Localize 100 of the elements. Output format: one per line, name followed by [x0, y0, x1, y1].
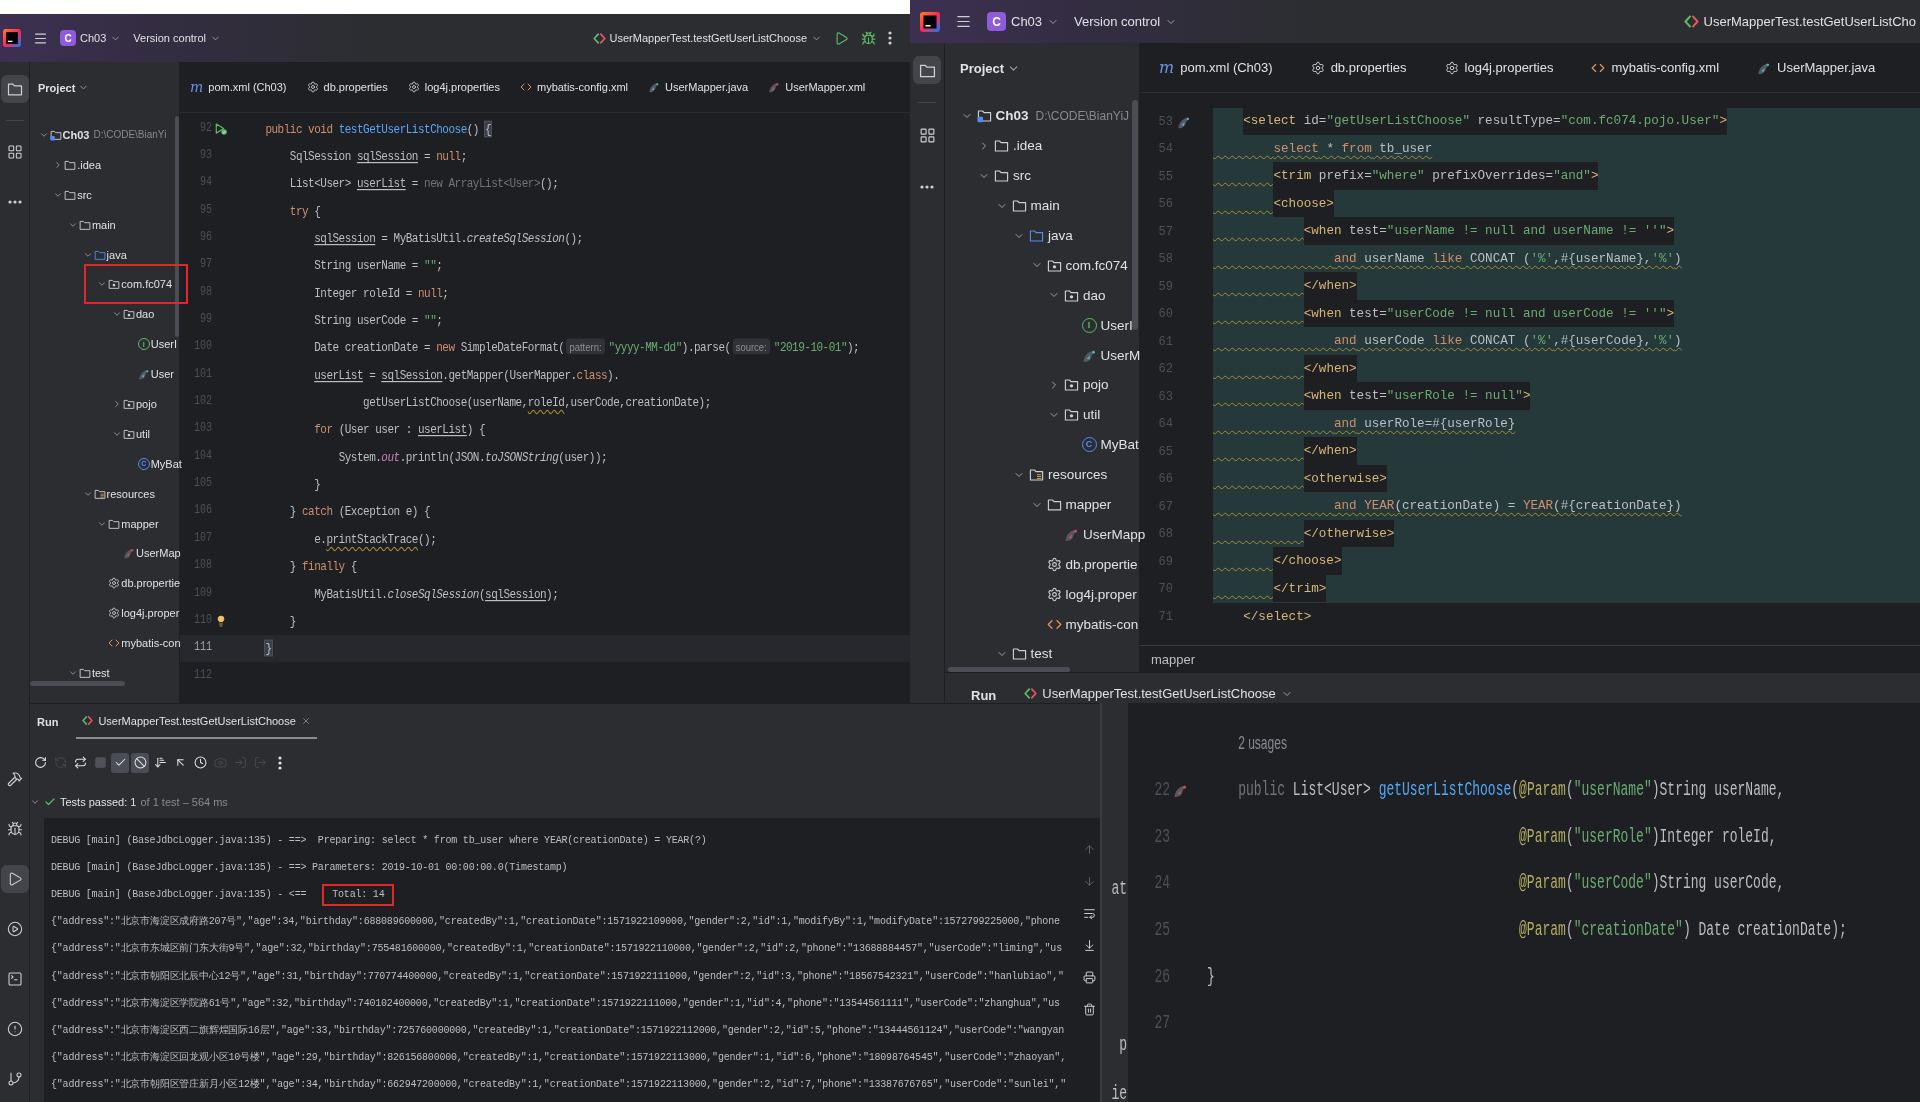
toolbar-button[interactable]	[131, 752, 149, 773]
tree-item-label[interactable]: dao	[136, 308, 155, 321]
tree-item-label[interactable]: mapper	[121, 517, 159, 530]
workspace-switcher[interactable]: C Ch03	[60, 30, 122, 46]
usages-hint[interactable]: 2 usages	[1238, 730, 1287, 757]
editor-tab[interactable]: db.properties	[1291, 43, 1426, 92]
app-logo-icon[interactable]	[3, 29, 21, 47]
tool-window-button[interactable]	[0, 865, 29, 893]
toolbar-button[interactable]	[111, 752, 129, 773]
tree-item-label[interactable]: util	[136, 427, 151, 440]
code-line: System.out.println(JSON.toJSONString(user));	[338, 448, 608, 466]
tree-item-label[interactable]: main	[91, 218, 116, 231]
tree-item-label[interactable]: MyBat	[1100, 437, 1139, 453]
editor-tab[interactable]: UserMapper.xml	[758, 62, 876, 112]
tree-item-label[interactable]: mybatis-con	[1065, 616, 1139, 632]
tree-item-label[interactable]: java	[1048, 228, 1073, 243]
more-icon	[920, 185, 934, 189]
code-line: sqlSession = MyBatisUtil.createSqlSession();	[314, 229, 583, 248]
tree-item-label[interactable]: com.fc074	[121, 278, 173, 291]
tool-window-button[interactable]	[0, 75, 29, 103]
vcs-selector[interactable]: Version control	[133, 32, 222, 44]
editor-tab[interactable]: db.properties	[296, 62, 398, 112]
tree-item-label[interactable]: UserI	[150, 338, 177, 351]
module-path: D:\CODE\BianYi	[93, 129, 167, 141]
tree-item-label[interactable]: db.propertie	[1065, 556, 1138, 572]
editor-tab[interactable]: m pom.xml (Ch03)	[1140, 43, 1292, 92]
tree-item-label[interactable]: src	[1013, 168, 1031, 184]
play-icon[interactable]	[834, 30, 849, 46]
tree-item-label[interactable]: mapper	[1065, 497, 1112, 512]
tree-item-label[interactable]: db.propertie	[121, 577, 180, 590]
chevron-right-icon[interactable]	[112, 398, 122, 409]
run-tab[interactable]: UserMapperTest.testGetUserListChoose	[1018, 686, 1299, 703]
tree-item-label[interactable]: UserMapp	[1083, 526, 1146, 542]
more-icon	[7, 200, 22, 204]
vcs-selector[interactable]: Version control	[1074, 14, 1178, 29]
trash-icon[interactable]	[1082, 1003, 1096, 1016]
initial-tile: C	[987, 12, 1006, 31]
workspace-switcher[interactable]: C Ch03	[987, 12, 1060, 31]
app-logo-icon[interactable]	[920, 11, 940, 32]
tree-item-label[interactable]: .idea	[77, 158, 102, 171]
tree-item-label[interactable]: resources	[106, 487, 155, 500]
run-icon[interactable]	[215, 122, 227, 135]
tree-item-label[interactable]: util	[1083, 407, 1101, 423]
breadcrumb[interactable]: mapper	[1151, 651, 1196, 667]
close-icon[interactable]	[300, 715, 311, 726]
tree-item-label[interactable]: MyBat	[150, 457, 182, 470]
project-view-selector[interactable]: Project	[38, 81, 90, 94]
editor-tab[interactable]: log4j.properties	[1425, 43, 1573, 92]
editor-tab[interactable]: log4j.properties	[397, 62, 510, 112]
down-arrow-icon[interactable]	[1082, 875, 1096, 888]
tree-item-label[interactable]: mybatis-con	[121, 637, 181, 650]
gear-icon	[1046, 556, 1062, 572]
tool-window-title: Run	[37, 714, 59, 730]
tree-item-label[interactable]: pojo	[1083, 377, 1109, 393]
editor-tab[interactable]: UserMapper.java	[638, 62, 759, 112]
run-configuration-selector[interactable]: UserMapperTest.testGetUserListChoose	[592, 31, 822, 45]
wrap-icon[interactable]	[1082, 907, 1096, 920]
folder-icon	[78, 218, 91, 231]
tree-item-label[interactable]: UserMap	[136, 547, 181, 560]
lightbulb-icon[interactable]	[215, 614, 227, 627]
code-line: }	[314, 475, 321, 494]
tree-item-label[interactable]: UserI	[1100, 317, 1133, 333]
project-view-selector[interactable]: Project	[960, 60, 1021, 76]
tree-item-label[interactable]: java	[106, 248, 127, 261]
grid-icon	[6, 144, 23, 160]
menu-icon[interactable]	[33, 30, 48, 46]
angle-brackets-icon	[82, 715, 94, 726]
tree-item-label[interactable]: UserM	[1100, 347, 1141, 363]
tree-item-label[interactable]: test	[91, 666, 110, 679]
tree-item-label[interactable]: pojo	[136, 397, 157, 410]
package-icon	[1064, 287, 1079, 303]
editor-tab[interactable]: mybatis-config.xml	[509, 62, 639, 112]
tree-item-label[interactable]: test	[1030, 646, 1053, 662]
tree-item-label[interactable]: log4j.proper	[1065, 586, 1137, 602]
run-tab[interactable]: UserMapperTest.testGetUserListChoose	[76, 704, 317, 739]
tree-item-label[interactable]: dao	[1083, 287, 1106, 303]
tree-item-label[interactable]: log4j.proper	[121, 607, 180, 620]
editor-tab[interactable]: mybatis-config.xml	[1572, 43, 1739, 92]
editor-tab[interactable]: m pom.xml (Ch03)	[180, 62, 297, 112]
tool-window-button[interactable]	[913, 56, 941, 84]
tree-item-label[interactable]: User	[150, 368, 174, 381]
module-path: D:\CODE\BianYiJ	[1035, 108, 1130, 123]
menu-icon[interactable]	[955, 13, 972, 30]
tree-item-label[interactable]: main	[1030, 198, 1060, 214]
tree-item-label[interactable]: Ch03	[62, 128, 90, 141]
more-icon[interactable]	[888, 31, 892, 45]
up-arrow-icon[interactable]	[1082, 843, 1096, 856]
bug-icon[interactable]	[861, 30, 876, 46]
tree-item-label[interactable]: src	[77, 188, 92, 201]
tree-item-label[interactable]: Ch03	[995, 108, 1029, 124]
tree-item-label[interactable]: .idea	[1013, 138, 1043, 154]
code-line: e.printStackTrace();	[314, 530, 437, 549]
tree-item-label[interactable]: com.fc074	[1065, 257, 1128, 273]
arrow-to-line-icon[interactable]	[1082, 939, 1096, 952]
chevron-down-icon[interactable]	[30, 797, 40, 807]
tree-item-label[interactable]: resources	[1048, 467, 1108, 483]
code-line: userList = sqlSession.getMapper(UserMapper.class).	[314, 366, 620, 384]
editor-tab[interactable]: UserMapper.java	[1738, 43, 1895, 92]
run-configuration-selector[interactable]: UserMapperTest.testGetUserListCho	[1683, 14, 1916, 29]
print-icon[interactable]	[1082, 971, 1096, 984]
